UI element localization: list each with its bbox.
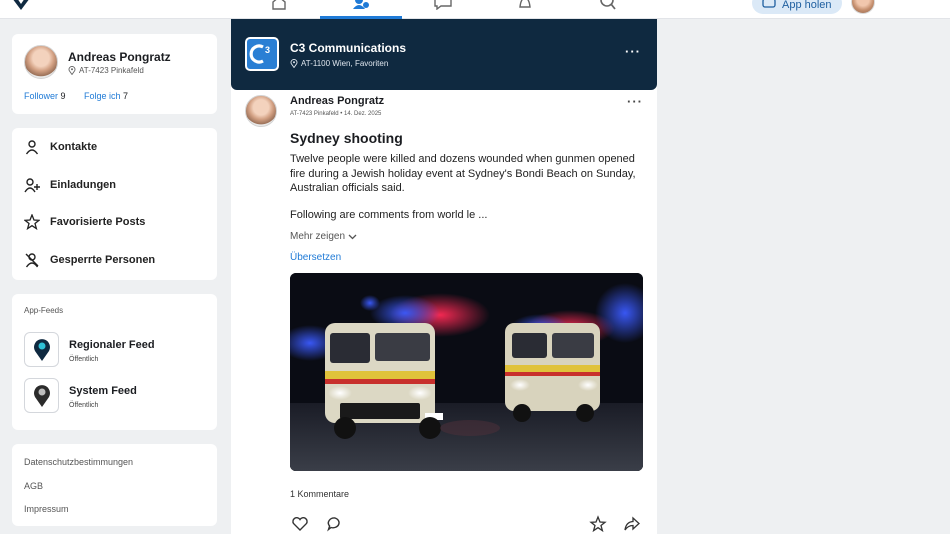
menu-item-favorite-posts[interactable]: Favorisierte Posts: [24, 212, 145, 232]
following-count: 7: [123, 91, 129, 101]
privacy-policy-link[interactable]: Datenschutzbestimmungen: [24, 457, 133, 467]
app-download-icon: [762, 0, 776, 8]
get-app-button[interactable]: App holen: [752, 0, 842, 14]
imprint-link[interactable]: Impressum: [24, 504, 69, 514]
location-pin-icon: [290, 59, 298, 68]
person-icon: [25, 140, 39, 155]
profile-avatar[interactable]: [24, 45, 58, 79]
profile-card: Andreas Pongratz AT-7423 Pinkafeld Follo…: [12, 34, 217, 114]
comment-icon[interactable]: [326, 515, 344, 533]
group-title[interactable]: C3 Communications: [290, 41, 406, 55]
following-link[interactable]: Folge ich 7: [84, 91, 128, 101]
menu-item-label: Kontakte: [50, 141, 98, 153]
person-add-icon: [24, 178, 40, 193]
post-image[interactable]: [290, 273, 643, 471]
messages-icon[interactable]: [432, 0, 454, 12]
post-more-options-icon[interactable]: ···: [627, 95, 643, 108]
post-body-truncated: Following are comments from world le ...: [290, 209, 488, 221]
feed-item-system[interactable]: System Feed Öffentlich: [24, 378, 137, 413]
ambulances-at-night-photo: [290, 273, 643, 471]
navigation-menu-card: Kontakte Einladungen Favorisierte Posts …: [12, 128, 217, 280]
regional-feed-icon: [24, 332, 59, 367]
feed-visibility: Öffentlich: [69, 402, 99, 409]
menu-item-contacts[interactable]: Kontakte: [24, 137, 97, 157]
post-author-avatar[interactable]: [245, 95, 277, 127]
star-icon: [24, 214, 40, 230]
post-body: Twelve people were killed and dozens wou…: [290, 153, 636, 194]
search-icon[interactable]: [597, 0, 619, 12]
terms-link[interactable]: AGB: [24, 481, 43, 491]
c3-logo-icon: 3: [249, 44, 270, 64]
svg-text:3: 3: [265, 45, 270, 55]
share-icon[interactable]: [623, 515, 641, 533]
menu-item-label: Favorisierte Posts: [50, 216, 146, 228]
translate-link[interactable]: Übersetzen: [290, 252, 341, 263]
show-more-button[interactable]: Mehr zeigen: [290, 231, 357, 242]
group-location: AT-1100 Wien, Favoriten: [290, 59, 388, 68]
comments-count-link[interactable]: 1 Kommentare: [290, 489, 349, 499]
profile-name[interactable]: Andreas Pongratz: [68, 50, 171, 64]
feed-name: Regionaler Feed: [69, 339, 155, 351]
post-author[interactable]: Andreas Pongratz: [290, 95, 384, 107]
like-heart-icon[interactable]: [291, 515, 309, 533]
top-navigation-bar: App holen: [0, 0, 950, 19]
legal-links-card: Datenschutzbestimmungen AGB Impressum: [12, 444, 217, 526]
get-app-label: App holen: [782, 0, 832, 11]
group-logo[interactable]: 3: [245, 37, 279, 71]
menu-item-label: Einladungen: [50, 179, 116, 191]
menu-item-label: Gesperrte Personen: [50, 254, 156, 266]
post-meta: AT-7423 Pinkafeld • 14. Dez. 2025: [290, 111, 382, 117]
group-more-options-icon[interactable]: ···: [625, 45, 641, 58]
location-pin-icon: [68, 66, 76, 75]
feed-visibility: Öffentlich: [69, 356, 99, 363]
followers-label: Follower: [24, 91, 59, 101]
group-location-text: AT-1100 Wien, Favoriten: [301, 59, 389, 68]
feed-item-regional[interactable]: Regionaler Feed Öffentlich: [24, 332, 155, 367]
app-feeds-title: App-Feeds: [24, 306, 64, 315]
profile-location-text: AT-7423 Pinkafeld: [79, 66, 144, 75]
notifications-icon[interactable]: [514, 0, 536, 12]
home-icon[interactable]: [268, 0, 290, 12]
following-label: Folge ich: [84, 91, 121, 101]
profile-location: AT-7423 Pinkafeld: [68, 66, 144, 75]
app-feeds-card: App-Feeds Regionaler Feed Öffentlich Sys…: [12, 294, 217, 430]
menu-item-invitations[interactable]: Einladungen: [24, 175, 116, 195]
group-header: 3 C3 Communications AT-1100 Wien, Favori…: [231, 19, 657, 90]
menu-item-blocked-persons[interactable]: Gesperrte Personen: [24, 250, 155, 270]
app-logo-icon[interactable]: [10, 0, 32, 12]
system-feed-icon: [24, 378, 59, 413]
post-title: Sydney shooting: [290, 130, 403, 146]
chevron-down-icon: [348, 234, 357, 239]
community-icon[interactable]: [350, 0, 372, 12]
show-more-label: Mehr zeigen: [290, 231, 346, 242]
feed-name: System Feed: [69, 385, 137, 397]
person-blocked-icon: [25, 253, 39, 268]
followers-count: 9: [60, 91, 66, 101]
followers-link[interactable]: Follower 9: [24, 91, 66, 101]
favorite-star-icon[interactable]: [589, 515, 607, 533]
user-avatar[interactable]: [851, 0, 875, 14]
